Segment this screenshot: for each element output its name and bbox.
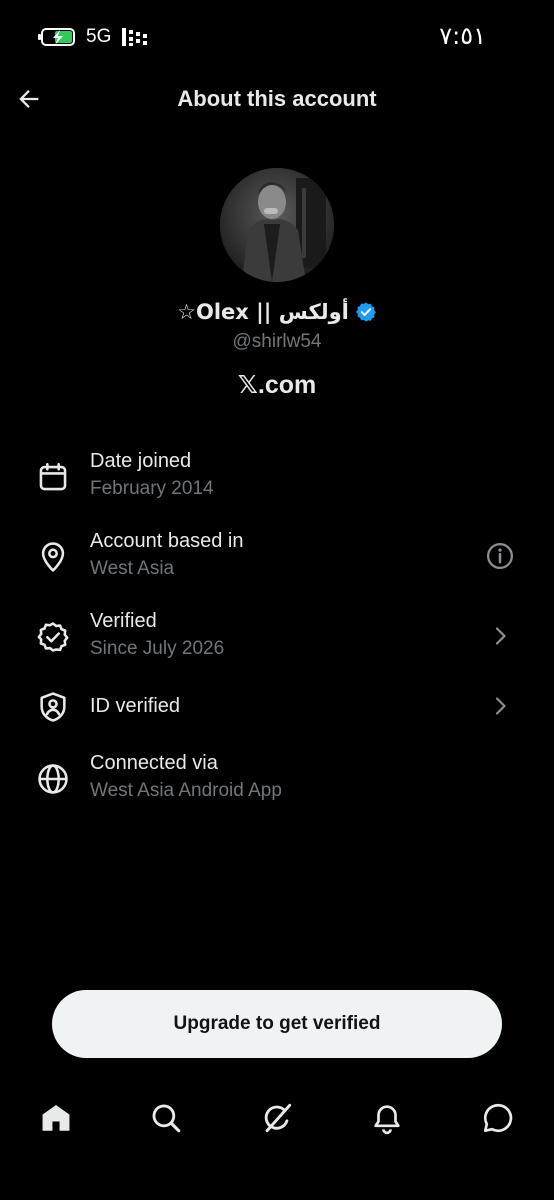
shield-user-icon [40, 692, 66, 722]
home-icon [42, 1104, 70, 1131]
network-label: 5G [86, 26, 112, 47]
bottom-nav [0, 1080, 554, 1152]
verified-value: Since July 2026 [90, 638, 225, 659]
nav-home[interactable] [36, 1098, 76, 1138]
location-pin-icon [41, 542, 65, 572]
chat-icon [483, 1103, 513, 1133]
handle: @shirlw54 [232, 331, 322, 352]
chevron-right-icon [495, 627, 506, 645]
calendar-icon [39, 462, 67, 491]
account-based-row: Account based in West Asia [0, 530, 554, 594]
nav-search[interactable] [146, 1098, 186, 1138]
verified-chevron[interactable] [484, 620, 516, 652]
verified-badge-icon [355, 302, 376, 322]
globe-icon [38, 764, 68, 794]
id-verified-title: ID verified [90, 695, 181, 717]
account-based-title: Account based in [90, 530, 244, 552]
id-verified-chevron[interactable] [484, 690, 516, 722]
grok-icon [264, 1103, 292, 1133]
battery-charging-icon [38, 28, 75, 46]
status-bar: 5G ٧:٥١ [0, 0, 554, 60]
status-time: ٧:٥١ [439, 22, 486, 50]
connected-via-row: Connected via West Asia Android App [0, 752, 554, 816]
date-joined-value: February 2014 [90, 478, 214, 499]
info-icon [487, 543, 513, 569]
header: About this account [0, 72, 554, 128]
verified-seal-icon [37, 622, 69, 652]
verified-title: Verified [90, 610, 157, 632]
nav-notifications[interactable] [367, 1098, 407, 1138]
page-title: About this account [177, 86, 377, 111]
account-based-value: West Asia [90, 558, 175, 579]
verified-row[interactable]: Verified Since July 2026 [0, 610, 554, 674]
upgrade-button[interactable]: Upgrade to get verified [52, 990, 502, 1058]
connected-via-value: West Asia Android App [90, 780, 282, 801]
bell-icon [374, 1105, 400, 1135]
profile-photo [220, 168, 334, 282]
connected-via-title: Connected via [90, 752, 218, 774]
site-label: 𝕏.com [237, 371, 317, 399]
nav-grok[interactable] [257, 1098, 297, 1138]
info-button[interactable] [484, 540, 516, 572]
id-verified-row[interactable]: ID verified [0, 690, 554, 754]
search-icon [152, 1104, 181, 1133]
nav-messages[interactable] [478, 1098, 518, 1138]
avatar[interactable] [220, 168, 334, 282]
chevron-right-icon [495, 697, 506, 715]
date-joined-title: Date joined [90, 450, 192, 472]
signal-icon [122, 28, 147, 46]
display-name: ☆Olex || أولكس [177, 300, 349, 324]
name-row: ☆Olex || أولكس [0, 300, 554, 324]
date-joined-row: Date joined February 2014 [0, 450, 554, 514]
